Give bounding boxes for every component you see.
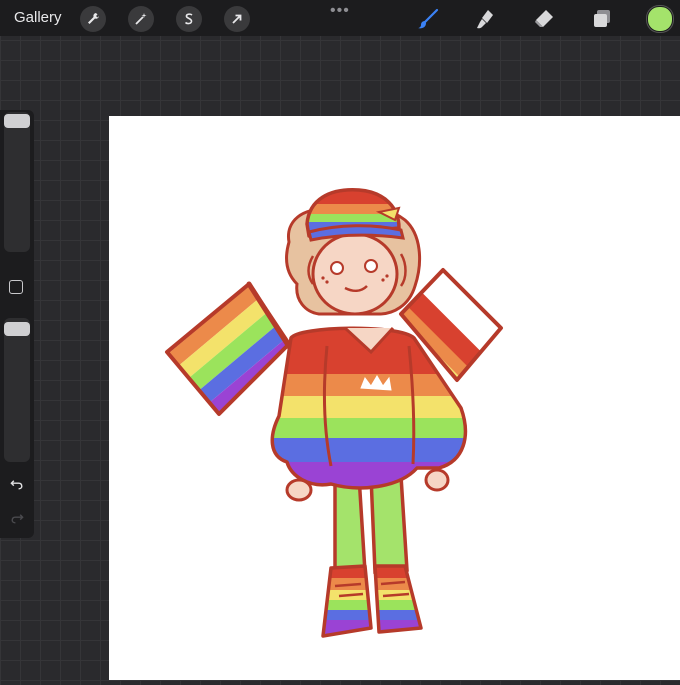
opacity-slider-thumb[interactable]	[4, 322, 30, 336]
eraser-icon	[535, 10, 553, 27]
brush-icon	[418, 8, 439, 29]
left-hand	[285, 478, 313, 502]
square-icon[interactable]	[9, 280, 23, 294]
top-toolbar: Gallery •••	[0, 0, 680, 36]
eraser-button[interactable]	[530, 5, 558, 33]
opacity-slider[interactable]	[4, 318, 30, 462]
brush-size-slider[interactable]	[4, 112, 30, 252]
right-hand	[424, 468, 450, 492]
right-leg	[369, 474, 409, 574]
smudge-icon	[477, 10, 493, 29]
smudge-button[interactable]	[472, 5, 500, 33]
adjustments-button[interactable]	[128, 6, 154, 32]
brush-button[interactable]	[414, 5, 442, 33]
layers-button[interactable]	[588, 5, 616, 33]
color-swatch-button[interactable]	[647, 6, 673, 32]
undo-button[interactable]	[7, 474, 27, 494]
left-leg	[333, 474, 367, 576]
artwork-drawing	[165, 188, 503, 638]
more-dots-icon[interactable]: •••	[330, 2, 350, 20]
redo-icon	[11, 514, 24, 524]
brush-size-slider-thumb[interactable]	[4, 114, 30, 128]
gallery-button[interactable]: Gallery	[14, 9, 62, 26]
magic-wand-icon	[135, 13, 147, 25]
left-sidebar	[0, 110, 34, 538]
drawing-canvas[interactable]	[109, 116, 680, 680]
actions-button[interactable]	[80, 6, 106, 32]
redo-button[interactable]	[7, 508, 27, 528]
arrow-icon	[232, 14, 242, 24]
transform-button[interactable]	[224, 6, 250, 32]
wrench-icon	[88, 13, 99, 24]
selection-s-icon	[184, 13, 193, 25]
layers-icon	[594, 10, 610, 27]
undo-icon	[10, 480, 23, 490]
face	[311, 232, 399, 316]
selection-button[interactable]	[176, 6, 202, 32]
